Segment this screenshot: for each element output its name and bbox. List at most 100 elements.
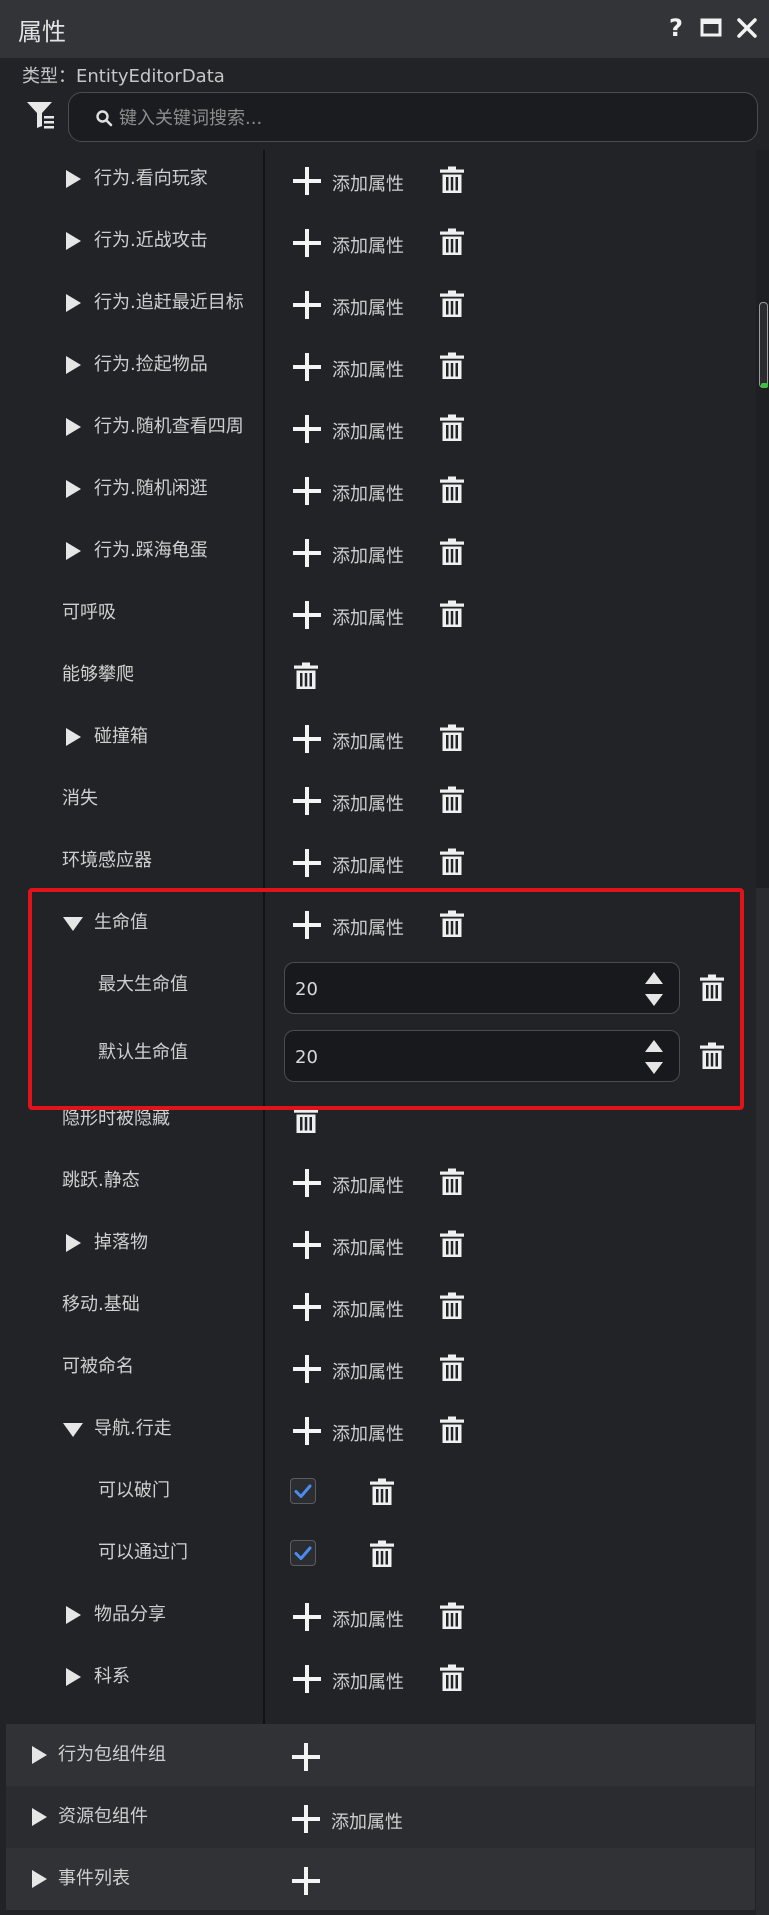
child-property-row: 默认生命值 (0, 1024, 755, 1086)
expand-arrow-icon[interactable] (28, 1806, 50, 1832)
add-property-label: 添加属性 (332, 360, 404, 381)
property-label: 行为.踩海龟蛋 (94, 540, 208, 561)
number-field[interactable] (284, 962, 680, 1014)
checkbox[interactable] (290, 1540, 316, 1566)
property-row: 掉落物 添加属性 (0, 1214, 755, 1276)
property-label: 最大生命值 (98, 974, 188, 995)
property-label: 物品分享 (94, 1604, 166, 1625)
trash-icon[interactable] (439, 290, 465, 318)
trash-icon[interactable] (439, 910, 465, 938)
property-row: 行为.看向玩家 添加属性 (0, 150, 755, 212)
expand-arrow-icon[interactable] (28, 1868, 50, 1894)
search-box[interactable] (68, 92, 758, 142)
collapse-arrow-icon[interactable] (62, 1418, 84, 1440)
trash-icon[interactable] (439, 1292, 465, 1320)
expand-arrow-icon[interactable] (28, 1744, 50, 1770)
expand-arrow-icon[interactable] (62, 1604, 84, 1626)
add-property-label: 添加属性 (332, 1424, 404, 1445)
trash-icon[interactable] (439, 724, 465, 752)
property-row: 物品分享 添加属性 (0, 1586, 755, 1648)
trash-icon[interactable] (369, 1478, 395, 1506)
plus-icon (292, 290, 322, 320)
spinner-arrows-icon[interactable] (643, 970, 665, 1008)
property-row: 隐形时被隐藏 (0, 1090, 755, 1152)
trash-icon[interactable] (439, 848, 465, 876)
search-icon (95, 109, 113, 127)
plus-icon (292, 1168, 322, 1198)
scrollbar-lower-track[interactable] (756, 888, 769, 1915)
trash-icon[interactable] (439, 352, 465, 380)
add-property-label: 添加属性 (332, 298, 404, 319)
expand-arrow-icon[interactable] (62, 726, 84, 748)
expand-arrow-icon[interactable] (62, 168, 84, 190)
property-label: 行为.捡起物品 (94, 354, 208, 375)
trash-icon[interactable] (699, 1042, 725, 1070)
plus-icon (292, 352, 322, 382)
property-list: 行为.看向玩家 添加属性 行为.近战攻击 添加属性 行为.追赶最近目标 添加属性 行为.捡起… (0, 150, 769, 1725)
trash-icon[interactable] (439, 786, 465, 814)
expand-arrow-icon[interactable] (62, 540, 84, 562)
panel-title: 属性 (18, 18, 66, 46)
trash-icon[interactable] (439, 538, 465, 566)
property-row: 行为.追赶最近目标 添加属性 (0, 274, 755, 336)
question-mark-icon[interactable]: ? (662, 14, 690, 42)
trash-icon[interactable] (439, 1664, 465, 1692)
trash-icon[interactable] (293, 662, 319, 690)
trash-icon[interactable] (439, 1602, 465, 1630)
expand-arrow-icon[interactable] (62, 416, 84, 438)
scrollbar-thumb[interactable] (759, 302, 768, 388)
add-property-label: 添加属性 (332, 484, 404, 505)
plus-icon (291, 1742, 321, 1772)
trash-icon[interactable] (439, 1168, 465, 1196)
number-input[interactable] (293, 975, 597, 1003)
search-input[interactable] (117, 103, 721, 133)
property-label: 跳跃.静态 (62, 1170, 140, 1191)
property-row: 导航.行走 添加属性 (0, 1400, 755, 1462)
section-row: 行为包组件组 (6, 1724, 755, 1786)
maximize-icon[interactable] (697, 14, 725, 42)
number-field[interactable] (284, 1030, 680, 1082)
property-label: 生命值 (94, 912, 148, 933)
add-property-label: 添加属性 (332, 1300, 404, 1321)
number-input[interactable] (293, 1043, 597, 1071)
trash-icon[interactable] (439, 166, 465, 194)
property-label: 默认生命值 (98, 1042, 188, 1063)
trash-icon[interactable] (439, 600, 465, 628)
expand-arrow-icon[interactable] (62, 354, 84, 376)
expand-arrow-icon[interactable] (62, 478, 84, 500)
close-icon[interactable] (733, 14, 761, 42)
trash-icon[interactable] (439, 228, 465, 256)
trash-icon[interactable] (439, 1416, 465, 1444)
property-label: 可呼吸 (62, 602, 116, 623)
add-property-label: 添加属性 (332, 608, 404, 629)
trash-icon[interactable] (293, 1106, 319, 1134)
trash-icon[interactable] (369, 1540, 395, 1568)
add-property-label: 添加属性 (332, 856, 404, 877)
add-property-label: 添加属性 (332, 732, 404, 753)
property-row: 环境感应器 添加属性 (0, 832, 755, 894)
property-label: 可被命名 (62, 1356, 134, 1377)
expand-arrow-icon[interactable] (62, 230, 84, 252)
property-row: 行为.捡起物品 添加属性 (0, 336, 755, 398)
property-row: 行为.踩海龟蛋 添加属性 (0, 522, 755, 584)
add-property-label: 添加属性 (332, 236, 404, 257)
section-row: 事件列表 (6, 1848, 755, 1910)
spinner-arrows-icon[interactable] (643, 1038, 665, 1076)
property-row: 行为.随机查看四周 添加属性 (0, 398, 755, 460)
expand-arrow-icon[interactable] (62, 1232, 84, 1254)
expand-arrow-icon[interactable] (62, 1666, 84, 1688)
collapse-arrow-icon[interactable] (62, 912, 84, 934)
plus-icon (292, 538, 322, 568)
add-property-label: 添加属性 (332, 918, 404, 939)
filter-icon[interactable] (26, 100, 60, 134)
property-label: 移动.基础 (62, 1294, 140, 1315)
add-property-label: 添加属性 (332, 174, 404, 195)
trash-icon[interactable] (439, 476, 465, 504)
plus-icon (292, 848, 322, 878)
expand-arrow-icon[interactable] (62, 292, 84, 314)
trash-icon[interactable] (439, 1230, 465, 1258)
trash-icon[interactable] (439, 1354, 465, 1382)
checkbox[interactable] (290, 1478, 316, 1504)
trash-icon[interactable] (439, 414, 465, 442)
trash-icon[interactable] (699, 974, 725, 1002)
